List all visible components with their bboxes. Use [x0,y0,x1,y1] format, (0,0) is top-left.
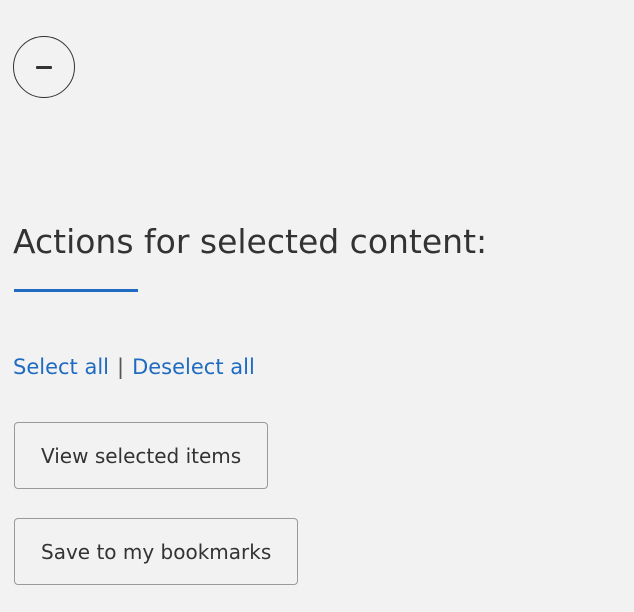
deselect-all-link[interactable]: Deselect all [132,355,255,379]
view-selected-items-button[interactable]: View selected items [14,422,269,489]
collapse-button[interactable] [13,36,75,98]
title-underline [14,289,138,292]
select-all-link[interactable]: Select all [13,355,109,379]
selection-actions-panel: Actions for selected content: Select all… [0,0,634,612]
minus-icon [36,65,52,69]
section-title: Actions for selected content: [13,222,488,261]
save-to-bookmarks-button[interactable]: Save to my bookmarks [14,518,299,585]
link-separator: | [117,355,125,379]
select-links: Select all | Deselect all [13,355,255,379]
